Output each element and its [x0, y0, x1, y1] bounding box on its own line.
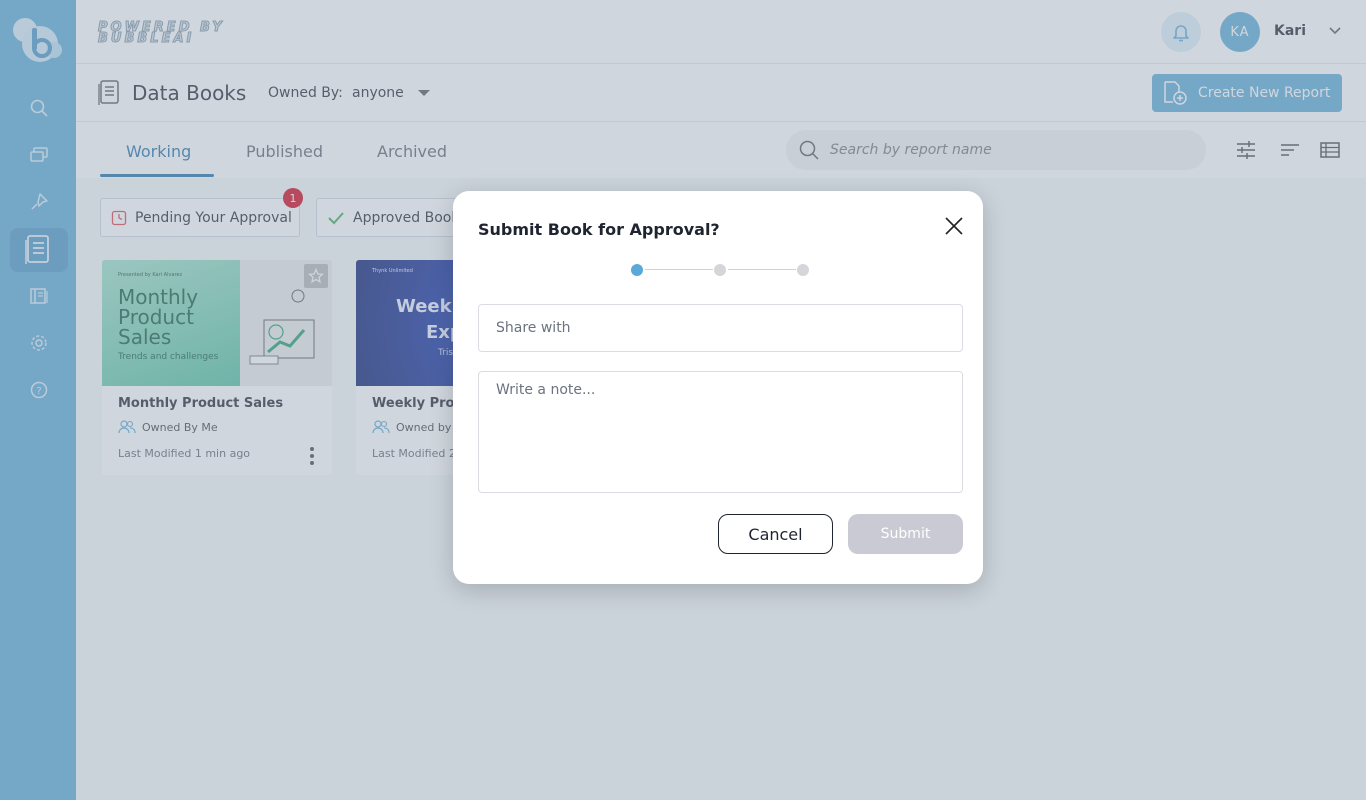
step-connector [645, 269, 713, 270]
step-1-indicator [631, 264, 643, 276]
share-with-input[interactable] [478, 304, 963, 352]
note-textarea[interactable] [478, 371, 963, 493]
progress-stepper [631, 263, 811, 277]
submit-button[interactable]: Submit [848, 514, 963, 554]
dialog-title: Submit Book for Approval? [478, 220, 720, 239]
step-3-indicator [797, 264, 809, 276]
step-2-indicator [714, 264, 726, 276]
submit-approval-dialog: Submit Book for Approval? Cancel Submit [453, 191, 983, 584]
cancel-button[interactable]: Cancel [718, 514, 833, 554]
step-connector [728, 269, 796, 270]
close-icon[interactable] [943, 215, 965, 237]
